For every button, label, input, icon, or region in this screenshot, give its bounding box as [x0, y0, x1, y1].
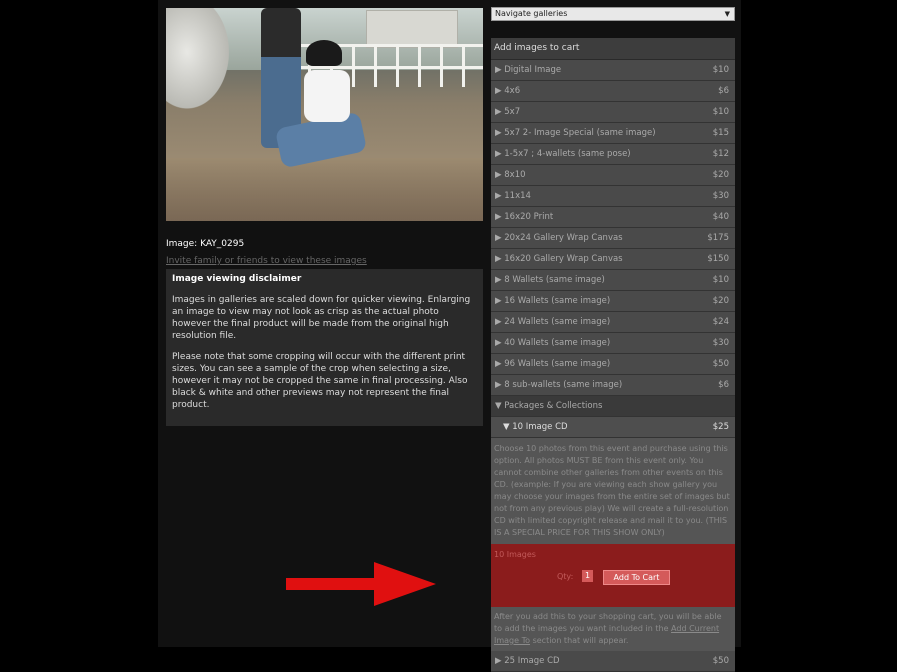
- price: $15: [712, 128, 729, 138]
- price: $30: [712, 191, 729, 201]
- cart-item-label: 8 sub-wallets (same image): [504, 380, 623, 390]
- cart-item-label: 8x10: [504, 170, 526, 180]
- cart-item-label: Digital Image: [504, 65, 562, 75]
- qty-input[interactable]: 1: [582, 570, 593, 582]
- price: $10: [712, 107, 729, 117]
- price: $175: [707, 233, 729, 243]
- cart-item[interactable]: ▶ 40 Wallets (same image) $30: [491, 333, 735, 354]
- chevron-right-icon: ▶: [495, 107, 505, 117]
- cart-item-label: 4x6: [504, 86, 521, 96]
- chevron-right-icon: ▶: [495, 86, 505, 96]
- disclaimer-title: Image viewing disclaimer: [172, 274, 302, 284]
- cart-item[interactable]: ▶ 20x24 Gallery Wrap Canvas $175: [491, 228, 735, 249]
- image-panel: Image: KAY_0295 Invite family or friends…: [166, 8, 483, 426]
- cart-item[interactable]: ▶ Digital Image $10: [491, 60, 735, 81]
- cart-item[interactable]: ▶ 16 Wallets (same image) $20: [491, 291, 735, 312]
- chevron-down-icon: ▼: [724, 10, 730, 18]
- cart-item-label: 16x20 Gallery Wrap Canvas: [504, 254, 623, 264]
- chevron-right-icon: ▶: [495, 128, 505, 138]
- price: $6: [718, 380, 729, 390]
- chevron-right-icon: ▶: [495, 338, 505, 348]
- cart-item[interactable]: ▶ 24 Wallets (same image) $24: [491, 312, 735, 333]
- chevron-right-icon: ▶: [495, 191, 505, 201]
- cart-item[interactable]: ▶ 96 Wallets (same image) $50: [491, 354, 735, 375]
- cart-item-label: 16 Wallets (same image): [504, 296, 611, 306]
- price: $25: [712, 422, 729, 432]
- add-to-cart-list: Add images to cart ▶ Digital Image $10 ▶ 4…: [491, 38, 735, 672]
- chevron-right-icon: ▶: [495, 65, 505, 75]
- cart-item[interactable]: ▶ 8x10 $20: [491, 165, 735, 186]
- chevron-right-icon: ▶: [495, 359, 505, 369]
- cart-item[interactable]: ▶ 16x20 Gallery Wrap Canvas $150: [491, 249, 735, 270]
- cart-item[interactable]: ▶ 8 sub-wallets (same image) $6: [491, 375, 735, 396]
- price: $10: [712, 275, 729, 285]
- cart-item[interactable]: ▶ 16x20 Print $40: [491, 207, 735, 228]
- cart-item-label: 16x20 Print: [504, 212, 554, 222]
- price: $24: [712, 317, 729, 327]
- cart-item-label: 1-5x7 ; 4-wallets (same pose): [504, 149, 631, 159]
- cart-item-label: 20x24 Gallery Wrap Canvas: [504, 233, 623, 243]
- cart-header: Add images to cart: [491, 38, 735, 60]
- cart-item-label: 5x7 2- Image Special (same image): [504, 128, 656, 138]
- cart-item-label: 96 Wallets (same image): [504, 359, 611, 369]
- cd10-description: Choose 10 photos from this event and pur…: [491, 438, 735, 544]
- price: $150: [707, 254, 729, 264]
- red-arrow-icon: [286, 562, 436, 606]
- cart-item[interactable]: ▶ 4x6 $6: [491, 81, 735, 102]
- price: $20: [712, 170, 729, 180]
- disclaimer-paragraph: Images in galleries are scaled down for …: [172, 295, 471, 341]
- chevron-right-icon: ▶: [495, 275, 505, 285]
- after-text: After you add this to your shopping cart…: [491, 607, 735, 651]
- cart-item[interactable]: ▶ 8 Wallets (same image) $10: [491, 270, 735, 291]
- chevron-right-icon: ▶: [495, 296, 505, 306]
- price: $50: [712, 656, 729, 666]
- cart-item[interactable]: ▶ 11x14 $30: [491, 186, 735, 207]
- chevron-right-icon: ▶: [495, 317, 505, 327]
- chevron-right-icon: ▶: [495, 212, 505, 222]
- chevron-right-icon: ▶: [495, 254, 505, 264]
- page: Image: KAY_0295 Invite family or friends…: [158, 0, 741, 672]
- image-name: Image: KAY_0295: [166, 239, 245, 249]
- cart-item-label: 40 Wallets (same image): [504, 338, 611, 348]
- price: $10: [712, 65, 729, 75]
- navigate-galleries-select[interactable]: Navigate galleries ▼: [491, 7, 735, 21]
- cart-item-label: 24 Wallets (same image): [504, 317, 611, 327]
- price: $30: [712, 338, 729, 348]
- count-label: 10 Images: [494, 550, 536, 559]
- disclaimer-box: Image viewing disclaimer Images in galle…: [166, 269, 483, 426]
- cart-item-label: 5x7: [504, 107, 521, 117]
- cd10-order-box: 10 Images Qty: 1 Add To Cart: [491, 544, 735, 607]
- cart-panel: Navigate galleries ▼ Add images to cart …: [491, 7, 735, 672]
- gallery-photo[interactable]: [166, 8, 483, 221]
- chevron-right-icon: ▶: [495, 233, 505, 243]
- cd10-toggle[interactable]: ▼ 10 Image CD $25: [491, 417, 735, 438]
- invite-link[interactable]: Invite family or friends to view these i…: [166, 256, 483, 266]
- add-to-cart-button[interactable]: Add To Cart: [603, 570, 670, 585]
- price: $6: [718, 86, 729, 96]
- cart-item-label: 8 Wallets (same image): [504, 275, 605, 285]
- qty-label: Qty:: [557, 572, 574, 581]
- price: $12: [712, 149, 729, 159]
- price: $40: [712, 212, 729, 222]
- cd25-toggle[interactable]: ▶ 25 Image CD $50: [491, 651, 735, 672]
- price: $50: [712, 359, 729, 369]
- cart-item[interactable]: ▶ 1-5x7 ; 4-wallets (same pose) $12: [491, 144, 735, 165]
- disclaimer-paragraph: Please note that some cropping will occu…: [172, 352, 468, 410]
- price: $20: [712, 296, 729, 306]
- packages-toggle[interactable]: ▼ Packages & Collections: [491, 396, 735, 417]
- cart-item[interactable]: ▶ 5x7 2- Image Special (same image) $15: [491, 123, 735, 144]
- chevron-right-icon: ▶: [495, 380, 505, 390]
- chevron-right-icon: ▶: [495, 149, 505, 159]
- chevron-right-icon: ▶: [495, 170, 505, 180]
- cart-item-label: 11x14: [504, 191, 531, 201]
- cart-item[interactable]: ▶ 5x7 $10: [491, 102, 735, 123]
